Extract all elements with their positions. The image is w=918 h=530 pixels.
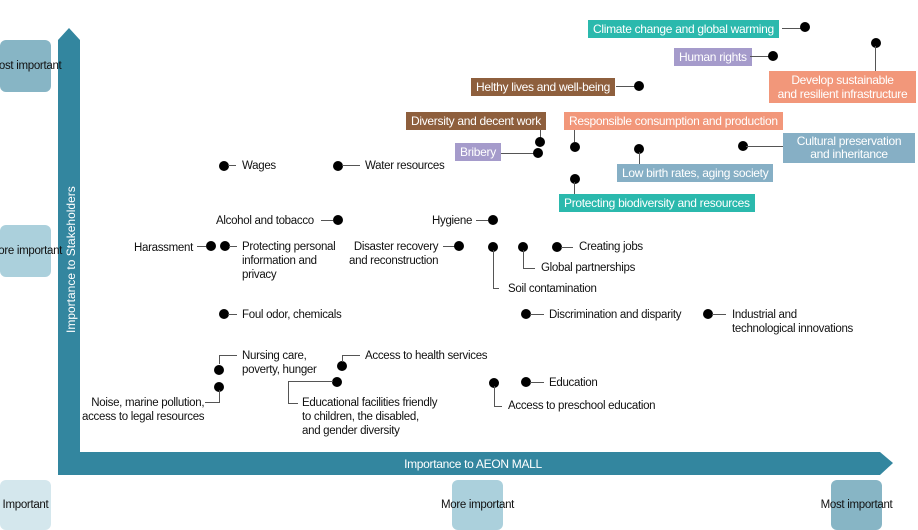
connector-line: [494, 406, 502, 407]
connector-line: [501, 153, 534, 154]
issue-climate: Climate change and global warming: [588, 20, 779, 38]
issue-dot: [214, 365, 224, 375]
issue-alcohol: Alcohol and tobacco: [216, 215, 314, 227]
connector-line: [197, 246, 206, 247]
connector-line: [205, 402, 220, 403]
y-level-most: Most important: [0, 40, 62, 92]
connector-line: [574, 130, 575, 142]
connector-line: [288, 381, 289, 403]
connector-line: [288, 381, 333, 382]
connector-line: [476, 220, 488, 221]
connector-line: [342, 355, 343, 362]
issue-dot: [800, 22, 810, 32]
issue-soil: Soil contamination: [508, 283, 597, 295]
issue-infrastructure: Develop sustainable and resilient infras…: [769, 71, 916, 103]
connector-line: [574, 182, 575, 194]
x-level-important: Important: [0, 480, 51, 530]
issue-harassment: Harassment: [134, 242, 193, 254]
connector-line: [321, 220, 333, 221]
connector-line: [712, 314, 726, 315]
connector-line: [639, 152, 640, 164]
issue-disaster: Disaster recovery and reconstruction: [349, 241, 439, 267]
issue-dot: [488, 215, 498, 225]
connector-line: [530, 314, 544, 315]
y-axis-label: Importance to Stakeholders: [64, 186, 78, 333]
connector-line: [229, 246, 237, 247]
connector-line: [219, 390, 220, 402]
issue-dot: [570, 174, 580, 184]
connector-line: [746, 146, 784, 147]
connector-line: [493, 288, 499, 289]
connector-line: [523, 268, 535, 269]
issue-cultural: Cultural preservation and inheritance: [783, 133, 915, 163]
x-level-more: More important: [441, 480, 514, 530]
issue-industrial: Industrial and technological innovations: [732, 309, 854, 335]
issue-dot: [533, 148, 543, 158]
issue-diversity: Diversity and decent work: [406, 112, 546, 130]
issue-discrimination: Discrimination and disparity: [549, 309, 682, 321]
issue-hygiene: Hygiene: [432, 215, 473, 227]
issue-low-birth: Low birth rates, aging society: [617, 164, 774, 182]
issue-foul-odor: Foul odor, chemicals: [242, 309, 342, 321]
connector-line: [875, 46, 876, 72]
issue-health-services: Access to health services: [365, 350, 488, 362]
issue-bribery: Bribery: [455, 143, 501, 161]
issue-nursing: Nursing care, poverty, hunger: [242, 350, 317, 376]
issue-dot: [219, 161, 229, 171]
issue-dot: [333, 161, 343, 171]
connector-line: [561, 247, 573, 248]
issue-dot: [871, 38, 881, 48]
connector-line: [228, 314, 237, 315]
connector-line: [288, 403, 298, 404]
issue-dot: [333, 215, 343, 225]
x-axis-label: Importance to AEON MALL: [404, 457, 542, 471]
issue-dot: [454, 241, 464, 251]
issue-dot: [535, 137, 545, 147]
issue-noise: Noise, marine pollution, access to legal…: [82, 397, 205, 423]
issue-dot: [570, 142, 580, 152]
issue-dot: [206, 241, 216, 251]
connector-line: [782, 28, 802, 29]
connector-line: [523, 250, 524, 268]
connector-line: [219, 355, 237, 356]
y-level-more: More important: [0, 225, 62, 277]
issue-creating-jobs: Creating jobs: [579, 241, 643, 253]
connector-line: [616, 86, 636, 87]
issue-global-partnerships: Global partnerships: [541, 262, 636, 274]
issue-edu-facilities: Educational facilities friendly to child…: [302, 397, 438, 437]
connector-line: [493, 250, 494, 288]
connector-line: [342, 355, 360, 356]
issue-biodiversity: Protecting biodiversity and resources: [559, 194, 755, 212]
connector-line: [228, 165, 236, 166]
issue-dot: [332, 377, 342, 387]
issue-dot: [768, 51, 778, 61]
issue-privacy: Protecting personal information and priv…: [242, 241, 336, 281]
issue-preschool: Access to preschool education: [508, 400, 656, 412]
issue-wages: Wages: [242, 160, 276, 172]
issue-water: Water resources: [365, 160, 445, 172]
connector-line: [530, 382, 544, 383]
connector-line: [494, 386, 495, 406]
issue-healthy-lives: Helthy lives and well-being: [471, 78, 615, 96]
issue-human-rights: Human rights: [674, 48, 752, 66]
issue-dot: [337, 361, 347, 371]
issue-responsible: Responsible consumption and production: [564, 112, 783, 130]
x-level-most: Most important: [821, 480, 893, 530]
connector-line: [342, 165, 360, 166]
connector-line: [219, 355, 220, 364]
issue-dot: [634, 81, 644, 91]
connector-line: [750, 56, 770, 57]
issue-education: Education: [549, 377, 598, 389]
